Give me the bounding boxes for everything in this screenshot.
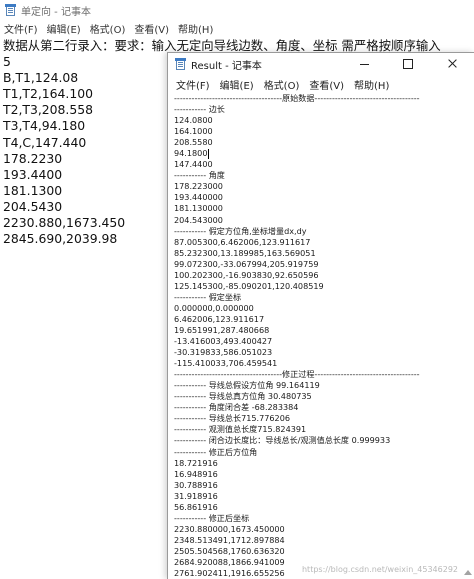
text-line: ----------- 修正后坐标 [174, 512, 250, 523]
text-line: 208.5580 [174, 137, 213, 148]
text-line: -30.319833,586.051023 [174, 347, 273, 358]
text-line: 2505.504568,1760.636320 [174, 545, 285, 556]
menu-help[interactable]: 帮助(H) [354, 77, 389, 92]
menu-bar: 文件(F) 编辑(E) 格式(O) 查看(V) 帮助(H) [168, 75, 474, 93]
text-line: 56.861916 [174, 501, 218, 512]
menu-view[interactable]: 查看(V) [309, 77, 344, 92]
window-title: Result - 记事本 [191, 60, 262, 72]
title-bar: Result - 记事本 [168, 53, 474, 75]
text-line: ----------- 角度闭合差 -68.283384 [174, 402, 299, 413]
text-line: 178.223000 [174, 181, 223, 192]
notepad-app-icon [5, 4, 16, 16]
title-bar: 单定向 - 记事本 [0, 0, 474, 20]
scroll-up-arrow-icon[interactable] [463, 568, 472, 577]
text-line: -115.410033,706.459541 [174, 358, 278, 369]
text-line: 94.1800 [174, 148, 210, 159]
notepad-window-result: Result - 记事本 文件(F) 编辑(E) 格式(O) 查看(V) 帮助(… [167, 52, 474, 579]
menu-edit[interactable]: 编辑(E) [47, 21, 81, 36]
text-line: ----------- 角度 [174, 170, 225, 181]
text-line: 30.788916 [174, 479, 218, 490]
menu-format[interactable]: 格式(O) [90, 21, 126, 36]
text-line: 16.948916 [174, 468, 218, 479]
text-line: 31.918916 [174, 490, 218, 501]
text-line: 18.721916 [174, 457, 218, 468]
text-line: 147.4400 [174, 159, 213, 170]
text-line: -13.416003,493.400427 [174, 336, 273, 347]
close-icon[interactable] [430, 53, 474, 75]
text-line: ----------- 导线总真方位角 30.480735 [174, 391, 312, 402]
maximize-icon[interactable] [386, 53, 430, 75]
menu-edit[interactable]: 编辑(E) [220, 77, 254, 92]
text-line: 124.0800 [174, 115, 213, 126]
text-line: 2230.880000,1673.450000 [174, 523, 285, 534]
text-line: -------------------------------------原始数… [174, 93, 420, 103]
menu-format[interactable]: 格式(O) [264, 77, 300, 92]
minimize-icon[interactable] [342, 53, 386, 75]
text-line: 181.130000 [174, 203, 223, 214]
text-line: ----------- 观测值总长度715.824391 [174, 424, 307, 435]
text-line: 99.072300,-33.067994,205.919759 [174, 258, 319, 269]
watermark: https://blog.csdn.net/weixin_45346292 [301, 565, 458, 574]
text-line: 19.651991,287.480668 [174, 324, 270, 335]
text-line: 125.145300,-85.090201,120.408519 [174, 280, 324, 291]
menu-bar: 文件(F) 编辑(E) 格式(O) 查看(V) 帮助(H) [0, 20, 474, 37]
text-line: ----------- 闭合边长度比：导线总长/观测值总长度 0.999933 [174, 435, 391, 446]
menu-file[interactable]: 文件(F) [4, 21, 38, 36]
text-line: 0.000000,0.000000 [174, 302, 254, 313]
menu-help[interactable]: 帮助(H) [178, 21, 213, 36]
text-line: 204.543000 [174, 214, 223, 225]
text-line: -------------------------------------修正过… [174, 369, 420, 380]
text-editor-area[interactable]: -------------------------------------原始数… [168, 93, 474, 579]
text-line: ----------- 假定方位角,坐标增量dx,dy [174, 225, 307, 236]
text-line: 193.440000 [174, 192, 223, 203]
notepad-app-icon [175, 58, 186, 70]
text-line: ----------- 导线总长715.776206 [174, 413, 290, 424]
window-controls [342, 53, 474, 75]
window-title: 单定向 - 记事本 [21, 6, 91, 18]
text-line: ----------- 假定坐标 [174, 291, 242, 302]
text-line: 2348.513491,1712.897884 [174, 534, 285, 545]
text-line: ----------- 导线总假设方位角 99.164119 [174, 380, 320, 391]
text-line: 87.005300,6.462006,123.911617 [174, 236, 311, 247]
menu-view[interactable]: 查看(V) [134, 21, 169, 36]
menu-file[interactable]: 文件(F) [176, 77, 210, 92]
text-line: 85.232300,13.189985,163.569051 [174, 247, 316, 258]
text-line: ----------- 边长 [174, 104, 225, 115]
text-line: 164.1000 [174, 126, 213, 137]
text-caret [208, 148, 210, 159]
text-line: ----------- 修正后方位角 [174, 446, 258, 457]
text-line: 6.462006,123.911617 [174, 313, 265, 324]
result-text: -------------------------------------原始数… [174, 93, 420, 579]
text-line: 100.202300,-16.903830,92.650596 [174, 269, 319, 280]
